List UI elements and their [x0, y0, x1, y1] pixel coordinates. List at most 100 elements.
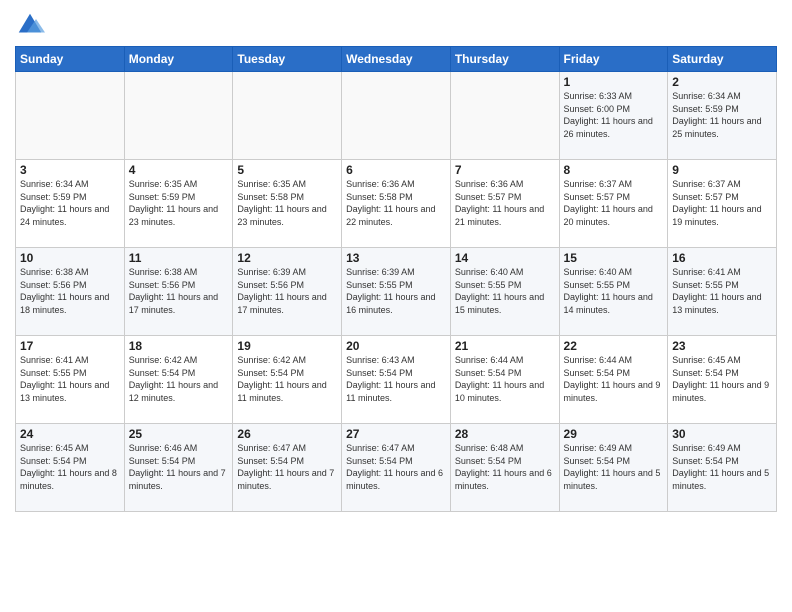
weekday-header: Tuesday [233, 47, 342, 72]
day-number: 18 [129, 339, 229, 353]
day-info: Sunrise: 6:39 AM Sunset: 5:56 PM Dayligh… [237, 266, 337, 316]
calendar-cell: 26Sunrise: 6:47 AM Sunset: 5:54 PM Dayli… [233, 424, 342, 512]
calendar-cell [342, 72, 451, 160]
calendar-cell: 4Sunrise: 6:35 AM Sunset: 5:59 PM Daylig… [124, 160, 233, 248]
day-info: Sunrise: 6:34 AM Sunset: 5:59 PM Dayligh… [20, 178, 120, 228]
day-info: Sunrise: 6:39 AM Sunset: 5:55 PM Dayligh… [346, 266, 446, 316]
day-info: Sunrise: 6:49 AM Sunset: 5:54 PM Dayligh… [672, 442, 772, 492]
day-info: Sunrise: 6:41 AM Sunset: 5:55 PM Dayligh… [672, 266, 772, 316]
day-number: 1 [564, 75, 664, 89]
calendar-cell: 20Sunrise: 6:43 AM Sunset: 5:54 PM Dayli… [342, 336, 451, 424]
day-info: Sunrise: 6:35 AM Sunset: 5:59 PM Dayligh… [129, 178, 229, 228]
day-info: Sunrise: 6:42 AM Sunset: 5:54 PM Dayligh… [237, 354, 337, 404]
day-info: Sunrise: 6:34 AM Sunset: 5:59 PM Dayligh… [672, 90, 772, 140]
calendar-cell [450, 72, 559, 160]
day-number: 22 [564, 339, 664, 353]
calendar-cell: 25Sunrise: 6:46 AM Sunset: 5:54 PM Dayli… [124, 424, 233, 512]
calendar-cell: 23Sunrise: 6:45 AM Sunset: 5:54 PM Dayli… [668, 336, 777, 424]
day-number: 24 [20, 427, 120, 441]
calendar-week-row: 17Sunrise: 6:41 AM Sunset: 5:55 PM Dayli… [16, 336, 777, 424]
day-number: 30 [672, 427, 772, 441]
day-number: 12 [237, 251, 337, 265]
calendar-cell: 28Sunrise: 6:48 AM Sunset: 5:54 PM Dayli… [450, 424, 559, 512]
calendar-cell: 27Sunrise: 6:47 AM Sunset: 5:54 PM Dayli… [342, 424, 451, 512]
day-info: Sunrise: 6:42 AM Sunset: 5:54 PM Dayligh… [129, 354, 229, 404]
calendar-cell: 7Sunrise: 6:36 AM Sunset: 5:57 PM Daylig… [450, 160, 559, 248]
calendar-cell: 16Sunrise: 6:41 AM Sunset: 5:55 PM Dayli… [668, 248, 777, 336]
day-number: 13 [346, 251, 446, 265]
weekday-row: SundayMondayTuesdayWednesdayThursdayFrid… [16, 47, 777, 72]
calendar-week-row: 1Sunrise: 6:33 AM Sunset: 6:00 PM Daylig… [16, 72, 777, 160]
calendar-cell: 13Sunrise: 6:39 AM Sunset: 5:55 PM Dayli… [342, 248, 451, 336]
day-number: 3 [20, 163, 120, 177]
day-number: 27 [346, 427, 446, 441]
calendar-week-row: 10Sunrise: 6:38 AM Sunset: 5:56 PM Dayli… [16, 248, 777, 336]
calendar-cell: 21Sunrise: 6:44 AM Sunset: 5:54 PM Dayli… [450, 336, 559, 424]
day-info: Sunrise: 6:38 AM Sunset: 5:56 PM Dayligh… [20, 266, 120, 316]
day-info: Sunrise: 6:48 AM Sunset: 5:54 PM Dayligh… [455, 442, 555, 492]
calendar: SundayMondayTuesdayWednesdayThursdayFrid… [15, 46, 777, 512]
day-info: Sunrise: 6:47 AM Sunset: 5:54 PM Dayligh… [237, 442, 337, 492]
calendar-cell: 5Sunrise: 6:35 AM Sunset: 5:58 PM Daylig… [233, 160, 342, 248]
day-number: 21 [455, 339, 555, 353]
calendar-cell: 10Sunrise: 6:38 AM Sunset: 5:56 PM Dayli… [16, 248, 125, 336]
day-info: Sunrise: 6:46 AM Sunset: 5:54 PM Dayligh… [129, 442, 229, 492]
calendar-cell: 9Sunrise: 6:37 AM Sunset: 5:57 PM Daylig… [668, 160, 777, 248]
day-info: Sunrise: 6:36 AM Sunset: 5:58 PM Dayligh… [346, 178, 446, 228]
weekday-header: Sunday [16, 47, 125, 72]
calendar-cell: 12Sunrise: 6:39 AM Sunset: 5:56 PM Dayli… [233, 248, 342, 336]
calendar-cell: 30Sunrise: 6:49 AM Sunset: 5:54 PM Dayli… [668, 424, 777, 512]
calendar-cell: 15Sunrise: 6:40 AM Sunset: 5:55 PM Dayli… [559, 248, 668, 336]
day-number: 17 [20, 339, 120, 353]
day-number: 16 [672, 251, 772, 265]
calendar-cell: 14Sunrise: 6:40 AM Sunset: 5:55 PM Dayli… [450, 248, 559, 336]
day-number: 20 [346, 339, 446, 353]
calendar-cell: 17Sunrise: 6:41 AM Sunset: 5:55 PM Dayli… [16, 336, 125, 424]
day-info: Sunrise: 6:37 AM Sunset: 5:57 PM Dayligh… [672, 178, 772, 228]
calendar-cell [16, 72, 125, 160]
calendar-cell: 19Sunrise: 6:42 AM Sunset: 5:54 PM Dayli… [233, 336, 342, 424]
page: SundayMondayTuesdayWednesdayThursdayFrid… [0, 0, 792, 612]
day-number: 4 [129, 163, 229, 177]
calendar-cell [233, 72, 342, 160]
day-info: Sunrise: 6:35 AM Sunset: 5:58 PM Dayligh… [237, 178, 337, 228]
day-number: 9 [672, 163, 772, 177]
day-info: Sunrise: 6:36 AM Sunset: 5:57 PM Dayligh… [455, 178, 555, 228]
header [15, 10, 777, 40]
day-number: 11 [129, 251, 229, 265]
day-info: Sunrise: 6:45 AM Sunset: 5:54 PM Dayligh… [20, 442, 120, 492]
calendar-cell: 2Sunrise: 6:34 AM Sunset: 5:59 PM Daylig… [668, 72, 777, 160]
day-number: 15 [564, 251, 664, 265]
calendar-cell [124, 72, 233, 160]
weekday-header: Friday [559, 47, 668, 72]
day-info: Sunrise: 6:41 AM Sunset: 5:55 PM Dayligh… [20, 354, 120, 404]
calendar-cell: 8Sunrise: 6:37 AM Sunset: 5:57 PM Daylig… [559, 160, 668, 248]
day-info: Sunrise: 6:44 AM Sunset: 5:54 PM Dayligh… [455, 354, 555, 404]
day-number: 10 [20, 251, 120, 265]
day-info: Sunrise: 6:40 AM Sunset: 5:55 PM Dayligh… [455, 266, 555, 316]
day-info: Sunrise: 6:44 AM Sunset: 5:54 PM Dayligh… [564, 354, 664, 404]
day-info: Sunrise: 6:38 AM Sunset: 5:56 PM Dayligh… [129, 266, 229, 316]
calendar-cell: 24Sunrise: 6:45 AM Sunset: 5:54 PM Dayli… [16, 424, 125, 512]
weekday-header: Thursday [450, 47, 559, 72]
calendar-cell: 22Sunrise: 6:44 AM Sunset: 5:54 PM Dayli… [559, 336, 668, 424]
calendar-cell: 1Sunrise: 6:33 AM Sunset: 6:00 PM Daylig… [559, 72, 668, 160]
calendar-header: SundayMondayTuesdayWednesdayThursdayFrid… [16, 47, 777, 72]
calendar-cell: 29Sunrise: 6:49 AM Sunset: 5:54 PM Dayli… [559, 424, 668, 512]
calendar-cell: 18Sunrise: 6:42 AM Sunset: 5:54 PM Dayli… [124, 336, 233, 424]
day-number: 29 [564, 427, 664, 441]
calendar-week-row: 3Sunrise: 6:34 AM Sunset: 5:59 PM Daylig… [16, 160, 777, 248]
day-info: Sunrise: 6:37 AM Sunset: 5:57 PM Dayligh… [564, 178, 664, 228]
logo-icon [15, 10, 45, 40]
day-number: 25 [129, 427, 229, 441]
logo [15, 10, 49, 40]
day-number: 7 [455, 163, 555, 177]
calendar-cell: 3Sunrise: 6:34 AM Sunset: 5:59 PM Daylig… [16, 160, 125, 248]
day-info: Sunrise: 6:49 AM Sunset: 5:54 PM Dayligh… [564, 442, 664, 492]
day-info: Sunrise: 6:40 AM Sunset: 5:55 PM Dayligh… [564, 266, 664, 316]
calendar-cell: 6Sunrise: 6:36 AM Sunset: 5:58 PM Daylig… [342, 160, 451, 248]
day-info: Sunrise: 6:47 AM Sunset: 5:54 PM Dayligh… [346, 442, 446, 492]
day-number: 28 [455, 427, 555, 441]
day-number: 14 [455, 251, 555, 265]
calendar-cell: 11Sunrise: 6:38 AM Sunset: 5:56 PM Dayli… [124, 248, 233, 336]
